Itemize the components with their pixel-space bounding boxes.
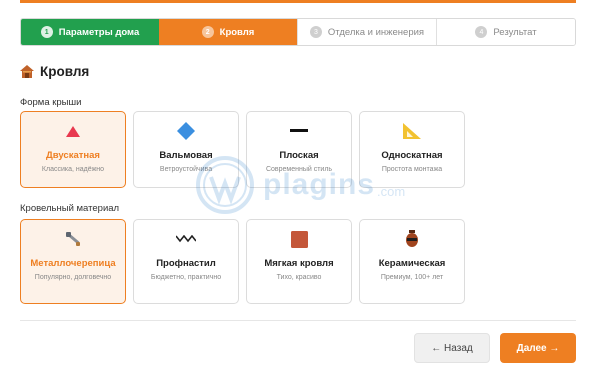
roof-material-option-ceramic[interactable]: Керамическая Премиум, 100+ лет	[359, 219, 465, 304]
roof-shape-option-shed[interactable]: Односкатная Простота монтажа	[359, 111, 465, 188]
step-number: 4	[475, 26, 488, 38]
triangle-icon	[62, 120, 84, 142]
step-roof[interactable]: 2 Кровля	[159, 19, 297, 45]
step-label: Кровля	[219, 26, 255, 38]
step-result[interactable]: 4 Результат	[436, 19, 575, 45]
option-title: Вальмовая	[159, 150, 213, 161]
house-icon	[20, 65, 34, 78]
step-label: Результат	[493, 26, 537, 38]
diamond-icon	[175, 120, 197, 142]
step-house-params[interactable]: 1 Параметры дома	[21, 19, 159, 45]
option-desc: Популярно, долговечно	[34, 274, 112, 281]
option-title: Профнастил	[156, 258, 216, 269]
option-desc: Классика, надёжно	[41, 166, 105, 173]
step-number: 1	[40, 26, 53, 38]
option-title: Металлочерепица	[30, 258, 116, 269]
step-label: Параметры дома	[58, 26, 140, 38]
option-title: Односкатная	[381, 150, 443, 161]
option-desc: Тихо, красиво	[276, 274, 322, 281]
roof-material-option-soft-roof[interactable]: Мягкая кровля Тихо, красиво	[246, 219, 352, 304]
top-accent-line	[20, 0, 576, 3]
divider	[20, 320, 576, 321]
option-title: Плоская	[279, 150, 319, 161]
set-square-icon	[401, 120, 423, 142]
brick-square-icon	[288, 228, 310, 250]
roof-shape-option-gable[interactable]: Двускатная Классика, надёжно	[20, 111, 126, 188]
option-desc: Ветроустойчива	[159, 166, 213, 173]
option-title: Керамическая	[378, 258, 446, 269]
tools-icon	[62, 228, 84, 250]
option-desc: Бюджетно, практично	[150, 274, 222, 281]
roof-material-option-metal-tile[interactable]: Металлочерепица Популярно, долговечно	[20, 219, 126, 304]
roof-material-option-profiled-sheet[interactable]: Профнастил Бюджетно, практично	[133, 219, 239, 304]
step-number: 3	[309, 26, 322, 38]
option-desc: Современный стиль	[265, 166, 333, 173]
wave-icon	[175, 228, 197, 250]
next-button[interactable]: Далее →	[500, 333, 576, 363]
option-title: Мягкая кровля	[264, 258, 334, 269]
option-desc: Простота монтажа	[381, 166, 443, 173]
roof-shape-options: Двускатная Классика, надёжно Вальмовая В…	[20, 111, 465, 188]
section-title-text: Кровля	[40, 64, 90, 79]
option-desc: Премиум, 100+ лет	[380, 274, 444, 281]
amphora-icon	[401, 228, 423, 250]
section-title: Кровля	[20, 64, 89, 79]
roof-shape-label: Форма крыши	[20, 97, 82, 108]
roof-material-label: Кровельный материал	[20, 203, 120, 214]
step-number: 2	[201, 26, 214, 38]
step-label: Отделка и инженерия	[327, 26, 425, 38]
roof-shape-option-hip[interactable]: Вальмовая Ветроустойчива	[133, 111, 239, 188]
roof-shape-option-flat[interactable]: Плоская Современный стиль	[246, 111, 352, 188]
option-title: Двускатная	[46, 150, 100, 161]
progress-stepper: 1 Параметры дома 2 Кровля 3 Отделка и ин…	[20, 18, 576, 46]
back-button[interactable]: ← Назад	[414, 333, 490, 363]
roof-material-options: Металлочерепица Популярно, долговечно Пр…	[20, 219, 465, 304]
step-finishing[interactable]: 3 Отделка и инженерия	[297, 19, 436, 45]
flat-line-icon	[288, 120, 310, 142]
